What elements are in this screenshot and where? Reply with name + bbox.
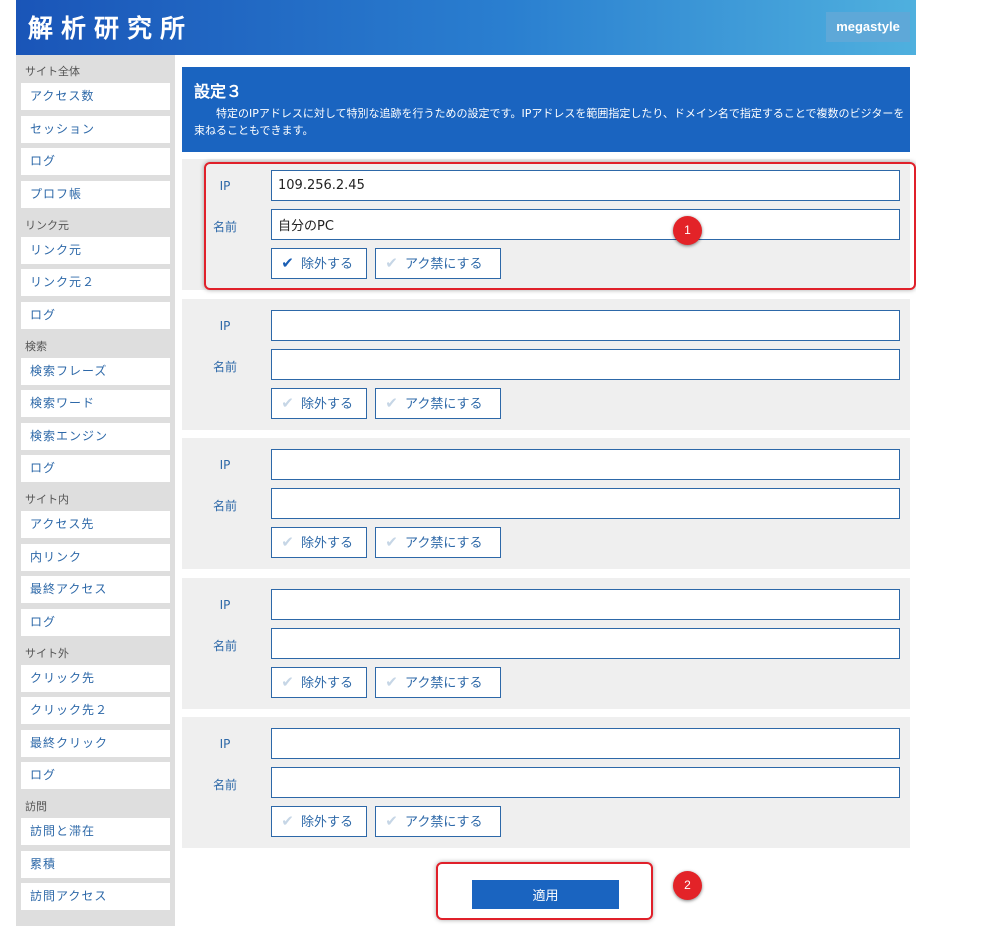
ban-label: アク禁にする <box>405 676 483 691</box>
name-input[interactable] <box>271 628 900 659</box>
checkmark-icon: ✔ <box>281 812 294 830</box>
sidebar-item[interactable]: 訪問と滞在 <box>21 818 170 845</box>
ip-label: IP <box>219 319 231 333</box>
sidebar-item[interactable]: リンク元 <box>21 236 170 264</box>
ip-label: IP <box>219 458 231 472</box>
sidebar-item[interactable]: 訪問アクセス <box>21 883 170 910</box>
page-description: 特定のIPアドレスに対して特別な追跡を行うための設定です。IPアドレスを範囲指定… <box>194 107 905 137</box>
nav-section-title: 検索 <box>25 339 47 353</box>
sidebar-item[interactable]: ログ <box>21 762 170 789</box>
ban-checkbox[interactable]: ✔ アク禁にする <box>375 527 501 558</box>
ban-checkbox[interactable]: ✔ アク禁にする <box>375 388 501 419</box>
ban-checkbox[interactable]: ✔ アク禁にする <box>375 667 501 698</box>
highlight-box-entry <box>204 162 916 290</box>
sidebar-item[interactable]: アクセス数 <box>21 83 170 110</box>
ip-setting-block: IP 名前 ✔ 除外する ✔ アク禁にする <box>182 578 910 709</box>
sidebar-item[interactable]: リンク元２ <box>21 269 170 296</box>
sidebar-item[interactable]: クリック先２ <box>21 697 170 724</box>
checkmark-icon: ✔ <box>385 812 398 830</box>
sidebar-item[interactable]: 最終クリック <box>21 729 170 757</box>
exclude-checkbox[interactable]: ✔ 除外する <box>271 667 367 698</box>
brand-button[interactable]: megastyle <box>826 12 910 42</box>
ip-setting-block: IP 名前 ✔ 除外する ✔ アク禁にする <box>182 438 910 569</box>
name-input[interactable] <box>271 349 900 380</box>
ip-input[interactable] <box>271 310 900 341</box>
ip-label: IP <box>219 737 231 751</box>
exclude-checkbox[interactable]: ✔ 除外する <box>271 388 367 419</box>
logo[interactable]: 解析研究所 <box>28 9 193 45</box>
highlight-box-apply <box>436 862 653 920</box>
sidebar-item[interactable]: ログ <box>21 148 170 175</box>
sidebar-item[interactable]: セッション <box>21 115 170 143</box>
exclude-label: 除外する <box>301 815 354 830</box>
nav-section-title: リンク元 <box>25 218 69 232</box>
ban-label: アク禁にする <box>405 397 483 412</box>
ban-label: アク禁にする <box>405 815 483 830</box>
ip-input[interactable] <box>271 449 900 480</box>
nav-section-title: 訪問 <box>25 800 47 813</box>
exclude-label: 除外する <box>301 676 354 691</box>
exclude-label: 除外する <box>301 536 354 551</box>
name-label: 名前 <box>212 360 237 374</box>
sidebar-item[interactable]: 検索フレーズ <box>21 357 170 385</box>
checkmark-icon: ✔ <box>385 394 398 412</box>
name-input[interactable] <box>271 767 900 798</box>
nav-section-title: サイト外 <box>25 646 69 660</box>
page-banner: 設定３ 特定のIPアドレスに対して特別な追跡を行うための設定です。IPアドレスを… <box>182 67 910 152</box>
page-title: 設定３ <box>194 82 243 101</box>
name-input[interactable] <box>271 488 900 519</box>
sidebar-item[interactable]: 内リンク <box>21 543 170 571</box>
checkmark-icon: ✔ <box>385 533 398 551</box>
name-label: 名前 <box>212 778 237 792</box>
header: 解析研究所 megastyle <box>16 0 916 55</box>
checkmark-icon: ✔ <box>385 673 398 691</box>
ip-input[interactable] <box>271 589 900 620</box>
sidebar-item[interactable]: プロフ帳 <box>21 180 170 208</box>
annotation-badge-2: 2 <box>673 871 702 900</box>
ban-checkbox[interactable]: ✔ アク禁にする <box>375 806 501 837</box>
ip-setting-block: IP 名前 ✔ 除外する ✔ アク禁にする <box>182 299 910 430</box>
exclude-checkbox[interactable]: ✔ 除外する <box>271 806 367 837</box>
app: 解析研究所 megastyle サイト全体 アクセス数 セッション ログ プロフ帳 リンク… <box>16 0 916 926</box>
nav-section-title: サイト全体 <box>25 65 80 78</box>
sidebar-item[interactable]: 検索エンジン <box>21 422 170 450</box>
checkmark-icon: ✔ <box>281 394 294 412</box>
exclude-checkbox[interactable]: ✔ 除外する <box>271 527 367 558</box>
sidebar-item[interactable]: 累積 <box>21 850 170 878</box>
sidebar-item[interactable]: アクセス先 <box>21 511 170 538</box>
sidebar-item[interactable]: ログ <box>21 455 170 482</box>
nav-section-title: サイト内 <box>25 493 69 506</box>
name-label: 名前 <box>212 499 237 513</box>
sidebar-item[interactable]: クリック先 <box>21 664 170 692</box>
sidebar: サイト全体 アクセス数 セッション ログ プロフ帳 リンク元 リンク元 リンク元２ ログ 検索 検索… <box>16 55 175 926</box>
sidebar-item[interactable]: ログ <box>21 608 170 636</box>
checkmark-icon: ✔ <box>281 673 294 691</box>
name-label: 名前 <box>212 639 237 653</box>
annotation-badge-1: 1 <box>673 216 702 245</box>
ip-label: IP <box>219 598 231 612</box>
checkmark-icon: ✔ <box>281 533 294 551</box>
sidebar-item[interactable]: 最終アクセス <box>21 576 170 603</box>
ip-input[interactable] <box>271 728 900 759</box>
exclude-label: 除外する <box>301 397 354 412</box>
sidebar-item[interactable]: ログ <box>21 301 170 329</box>
ban-label: アク禁にする <box>405 536 483 551</box>
ip-setting-block: IP 名前 ✔ 除外する ✔ アク禁にする <box>182 717 910 848</box>
sidebar-item[interactable]: 検索ワード <box>21 390 170 417</box>
